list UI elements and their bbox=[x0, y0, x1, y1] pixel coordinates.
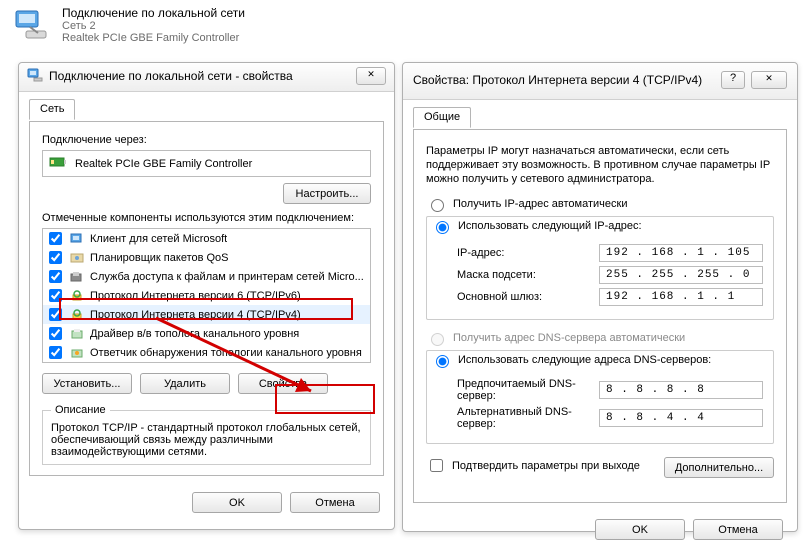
header-device: Realtek PCIe GBE Family Controller bbox=[62, 32, 245, 44]
description-legend: Описание bbox=[51, 404, 110, 416]
dns1-label: Предпочитаемый DNS-сервер: bbox=[457, 378, 599, 402]
list-item: Служба доступа к файлам и принтерам сете… bbox=[43, 267, 370, 286]
item-label: Клиент для сетей Microsoft bbox=[90, 233, 227, 245]
annotation-arrow bbox=[151, 316, 321, 406]
header-title: Подключение по локальной сети bbox=[62, 6, 245, 20]
qos-icon bbox=[69, 251, 85, 265]
dialog-title: Подключение по локальной сети - свойства bbox=[49, 69, 350, 83]
ipv4-properties-dialog: Свойства: Протокол Интернета версии 4 (T… bbox=[402, 62, 798, 532]
radio-auto-dns-label: Получить адрес DNS-сервера автоматически bbox=[453, 332, 685, 344]
responder-icon bbox=[69, 346, 85, 360]
ok-button[interactable]: OK bbox=[192, 492, 282, 513]
dns1-input[interactable]: 8 . 8 . 8 . 8 bbox=[599, 381, 763, 399]
dns2-input[interactable]: 8 . 8 . 4 . 4 bbox=[599, 409, 763, 427]
adapter-field: Realtek PCIe GBE Family Controller bbox=[42, 150, 371, 177]
mask-input[interactable]: 255 . 255 . 255 . 0 bbox=[599, 266, 763, 284]
share-icon bbox=[69, 270, 85, 284]
intro-text: Параметры IP могут назначаться автоматич… bbox=[426, 144, 774, 186]
list-item: Планировщик пакетов QoS bbox=[43, 248, 370, 267]
components-label: Отмеченные компоненты используются этим … bbox=[42, 212, 371, 224]
ip-label: IP-адрес: bbox=[457, 247, 504, 259]
configure-button[interactable]: Настроить... bbox=[283, 183, 371, 204]
item-checkbox[interactable] bbox=[49, 232, 62, 245]
adapter-name: Realtek PCIe GBE Family Controller bbox=[75, 158, 252, 170]
item-checkbox[interactable] bbox=[49, 327, 62, 340]
item-label: Планировщик пакетов QoS bbox=[90, 252, 229, 264]
close-button[interactable]: ✕ bbox=[751, 71, 787, 89]
dns2-label: Альтернативный DNS-сервер: bbox=[457, 406, 599, 430]
tab-general[interactable]: Общие bbox=[413, 107, 471, 128]
header-subtitle: Сеть 2 bbox=[62, 20, 245, 32]
item-checkbox[interactable] bbox=[49, 251, 62, 264]
radio-manual-ip-label: Использовать следующий IP-адрес: bbox=[458, 220, 642, 232]
cancel-button[interactable]: Отмена bbox=[290, 492, 380, 513]
dialog-title: Свойства: Протокол Интернета версии 4 (T… bbox=[413, 73, 712, 87]
manual-dns-group: Использовать следующие адреса DNS-сервер… bbox=[426, 350, 774, 444]
ok-button[interactable]: OK bbox=[595, 519, 685, 540]
radio-auto-dns bbox=[431, 333, 444, 346]
item-label: Служба доступа к файлам и принтерам сете… bbox=[90, 271, 364, 283]
nic-icon bbox=[49, 155, 67, 172]
radio-manual-ip[interactable] bbox=[436, 221, 449, 234]
advanced-button[interactable]: Дополнительно... bbox=[664, 457, 774, 478]
description-text: Протокол TCP/IP - стандартный протокол г… bbox=[51, 422, 362, 458]
gateway-input[interactable]: 192 . 168 . 1 . 1 bbox=[599, 288, 763, 306]
list-item: Клиент для сетей Microsoft bbox=[43, 229, 370, 248]
ethernet-icon bbox=[12, 9, 52, 41]
gateway-label: Основной шлюз: bbox=[457, 291, 542, 303]
item-checkbox[interactable] bbox=[49, 270, 62, 283]
radio-manual-dns-label: Использовать следующие адреса DNS-сервер… bbox=[458, 354, 711, 366]
mask-label: Маска подсети: bbox=[457, 269, 536, 281]
radio-manual-dns[interactable] bbox=[436, 355, 449, 368]
item-checkbox[interactable] bbox=[49, 346, 62, 359]
radio-auto-ip[interactable] bbox=[431, 199, 444, 212]
manual-ip-group: Использовать следующий IP-адрес: IP-адре… bbox=[426, 216, 774, 320]
driver-icon bbox=[69, 327, 85, 341]
confirm-on-exit-checkbox[interactable] bbox=[430, 459, 443, 472]
confirm-on-exit-label: Подтвердить параметры при выходе bbox=[452, 460, 640, 472]
cancel-button[interactable]: Отмена bbox=[693, 519, 783, 540]
client-icon bbox=[69, 232, 85, 246]
tab-network[interactable]: Сеть bbox=[29, 99, 75, 120]
install-button[interactable]: Установить... bbox=[42, 373, 132, 394]
help-button[interactable]: ? bbox=[721, 71, 745, 89]
network-icon bbox=[27, 68, 43, 85]
connect-using-label: Подключение через: bbox=[42, 134, 371, 146]
properties-dialog: Подключение по локальной сети - свойства… bbox=[18, 62, 395, 530]
connection-header: Подключение по локальной сети Сеть 2 Rea… bbox=[0, 0, 803, 46]
close-button[interactable]: ✕ bbox=[356, 67, 386, 85]
radio-auto-ip-label: Получить IP-адрес автоматически bbox=[453, 198, 627, 210]
ip-input[interactable]: 192 . 168 . 1 . 105 bbox=[599, 244, 763, 262]
